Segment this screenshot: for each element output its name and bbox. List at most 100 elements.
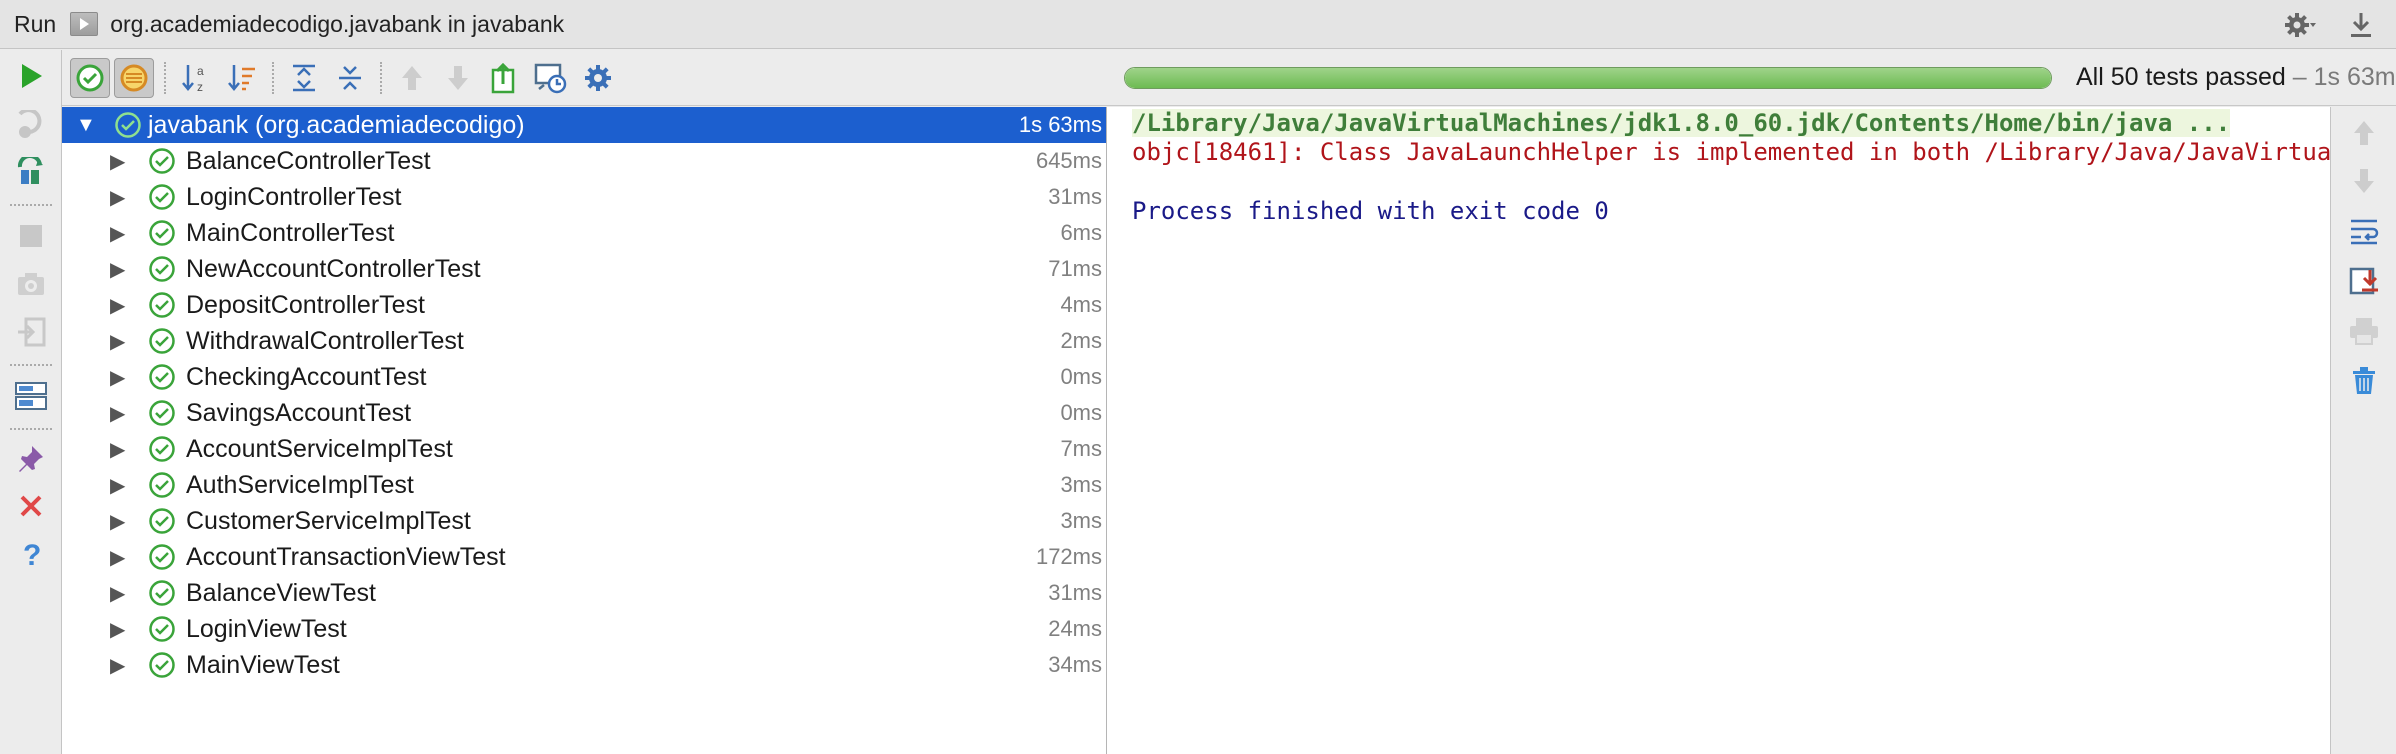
test-class-duration: 172ms bbox=[1035, 544, 1102, 569]
expand-arrow-icon[interactable]: ▶ bbox=[110, 257, 125, 282]
collapse-arrow-icon[interactable]: ▼ bbox=[76, 114, 96, 137]
passed-check-icon bbox=[149, 436, 175, 462]
expand-arrow-icon[interactable]: ▶ bbox=[110, 185, 125, 210]
test-class-label: WithdrawalControllerTest bbox=[186, 326, 464, 355]
test-class-label: NewAccountControllerTest bbox=[186, 254, 481, 283]
expand-arrow-icon[interactable]: ▶ bbox=[110, 437, 125, 462]
clear-all-icon[interactable] bbox=[2346, 363, 2382, 399]
test-runner-toolbar: az All 50 tests passed – 1s 63ms bbox=[62, 50, 2396, 106]
stop-icon[interactable] bbox=[13, 218, 49, 254]
dump-threads-icon[interactable] bbox=[13, 266, 49, 302]
test-class-row[interactable]: ▶ AccountTransactionViewTest 172ms bbox=[62, 539, 1106, 575]
expand-arrow-icon[interactable]: ▶ bbox=[110, 329, 125, 354]
expand-arrow-icon[interactable]: ▶ bbox=[110, 149, 125, 174]
previous-failed-icon[interactable] bbox=[392, 58, 432, 98]
expand-arrow-icon[interactable]: ▶ bbox=[110, 365, 125, 390]
console-command-line[interactable]: /Library/Java/JavaVirtualMachines/jdk1.8… bbox=[1132, 109, 2231, 137]
test-class-row[interactable]: ▶ BalanceViewTest 31ms bbox=[62, 575, 1106, 611]
test-class-duration: 24ms bbox=[1048, 616, 1102, 641]
test-class-row[interactable]: ▶ LoginControllerTest 31ms bbox=[62, 179, 1106, 215]
test-class-row[interactable]: ▶ MainViewTest 34ms bbox=[62, 647, 1106, 683]
expand-arrow-icon[interactable]: ▶ bbox=[110, 293, 125, 318]
settings-gear-icon[interactable] bbox=[2284, 8, 2318, 42]
collapse-all-icon[interactable] bbox=[330, 58, 370, 98]
test-class-label: AccountServiceImplTest bbox=[186, 434, 453, 463]
sort-alphabetically-icon[interactable]: az bbox=[176, 58, 216, 98]
passed-check-icon bbox=[149, 256, 175, 282]
test-class-row[interactable]: ▶ MainControllerTest 6ms bbox=[62, 215, 1106, 251]
svg-text:a: a bbox=[197, 64, 204, 78]
test-class-duration: 6ms bbox=[1060, 220, 1102, 245]
help-icon[interactable]: ? bbox=[13, 536, 49, 572]
expand-arrow-icon[interactable]: ▶ bbox=[110, 221, 125, 246]
test-class-label: AuthServiceImplTest bbox=[186, 470, 414, 499]
test-class-duration: 7ms bbox=[1060, 436, 1102, 461]
test-class-row[interactable]: ▶ NewAccountControllerTest 71ms bbox=[62, 251, 1106, 287]
restore-layout-icon[interactable] bbox=[13, 378, 49, 414]
expand-arrow-icon[interactable]: ▶ bbox=[110, 617, 125, 642]
rerun-icon[interactable] bbox=[13, 58, 49, 94]
test-class-row[interactable]: ▶ DepositControllerTest 4ms bbox=[62, 287, 1106, 323]
test-class-label: BalanceViewTest bbox=[186, 578, 376, 607]
tree-root-node[interactable]: ▼ javabank (org.academiadecodigo) 1s 63m… bbox=[62, 107, 1106, 143]
next-failed-icon[interactable] bbox=[438, 58, 478, 98]
expand-arrow-icon[interactable]: ▶ bbox=[110, 653, 125, 678]
expand-all-icon[interactable] bbox=[284, 58, 324, 98]
svg-text:?: ? bbox=[23, 539, 41, 569]
test-class-row[interactable]: ▶ CustomerServiceImplTest 3ms bbox=[62, 503, 1106, 539]
expand-arrow-icon[interactable]: ▶ bbox=[110, 545, 125, 570]
test-class-label: BalanceControllerTest bbox=[186, 146, 431, 175]
test-class-label: SavingsAccountTest bbox=[186, 398, 412, 427]
test-settings-icon[interactable] bbox=[578, 58, 618, 98]
scroll-up-icon[interactable] bbox=[2346, 115, 2382, 151]
close-icon[interactable] bbox=[13, 488, 49, 524]
run-configuration-name[interactable]: org.academiadecodigo.javabank in javaban… bbox=[110, 11, 564, 38]
console-output[interactable]: /Library/Java/JavaVirtualMachines/jdk1.8… bbox=[1107, 107, 2330, 754]
svg-text:z: z bbox=[197, 80, 203, 94]
passed-check-icon bbox=[149, 292, 175, 318]
run-label: Run bbox=[14, 10, 57, 37]
test-class-row[interactable]: ▶ AccountServiceImplTest 7ms bbox=[62, 431, 1106, 467]
scroll-down-icon[interactable] bbox=[2346, 163, 2382, 199]
test-class-label: CustomerServiceImplTest bbox=[186, 506, 471, 535]
test-class-duration: 3ms bbox=[1060, 472, 1102, 497]
test-class-duration: 645ms bbox=[1035, 148, 1102, 173]
status-passed-text: All 50 tests passed bbox=[2076, 63, 2286, 91]
passed-check-icon bbox=[149, 220, 175, 246]
export-results-icon[interactable] bbox=[484, 58, 524, 98]
console-exit-line: Process finished with exit code 0 bbox=[1132, 197, 1609, 225]
rerun-failed-icon[interactable] bbox=[13, 106, 49, 142]
console-error-line: objc[18461]: Class JavaLaunchHelper is i… bbox=[1132, 138, 2330, 166]
test-results-tree: ▼ javabank (org.academiadecodigo) 1s 63m… bbox=[62, 107, 1107, 754]
test-class-row[interactable]: ▶ AuthServiceImplTest 3ms bbox=[62, 467, 1106, 503]
test-class-label: LoginControllerTest bbox=[186, 182, 402, 211]
expand-arrow-icon[interactable]: ▶ bbox=[110, 473, 125, 498]
pin-tab-icon[interactable] bbox=[13, 440, 49, 476]
test-class-row[interactable]: ▶ SavingsAccountTest 0ms bbox=[62, 395, 1106, 431]
left-toolbar: ? bbox=[0, 50, 62, 754]
test-class-duration: 0ms bbox=[1060, 364, 1102, 389]
expand-arrow-icon[interactable]: ▶ bbox=[110, 401, 125, 426]
exit-icon[interactable] bbox=[13, 314, 49, 350]
test-class-label: MainControllerTest bbox=[186, 218, 395, 247]
console-toolbar bbox=[2330, 107, 2396, 754]
test-class-label: DepositControllerTest bbox=[186, 290, 425, 319]
show-ignored-icon[interactable] bbox=[114, 58, 154, 98]
hide-panel-icon[interactable] bbox=[2344, 8, 2378, 42]
test-class-row[interactable]: ▶ BalanceControllerTest 645ms bbox=[62, 143, 1106, 179]
test-class-duration: 31ms bbox=[1048, 184, 1102, 209]
expand-arrow-icon[interactable]: ▶ bbox=[110, 509, 125, 534]
scroll-to-end-icon[interactable] bbox=[2346, 263, 2382, 299]
print-icon[interactable] bbox=[2346, 313, 2382, 349]
show-passed-icon[interactable] bbox=[70, 58, 110, 98]
test-class-row[interactable]: ▶ CheckingAccountTest 0ms bbox=[62, 359, 1106, 395]
soft-wrap-icon[interactable] bbox=[2346, 213, 2382, 249]
passed-check-icon bbox=[149, 580, 175, 606]
expand-arrow-icon[interactable]: ▶ bbox=[110, 581, 125, 606]
test-class-row[interactable]: ▶ LoginViewTest 24ms bbox=[62, 611, 1106, 647]
test-class-row[interactable]: ▶ WithdrawalControllerTest 2ms bbox=[62, 323, 1106, 359]
import-tests-icon[interactable] bbox=[530, 58, 570, 98]
toggle-auto-test-icon[interactable] bbox=[13, 154, 49, 190]
passed-check-icon bbox=[149, 616, 175, 642]
sort-by-duration-icon[interactable] bbox=[222, 58, 262, 98]
